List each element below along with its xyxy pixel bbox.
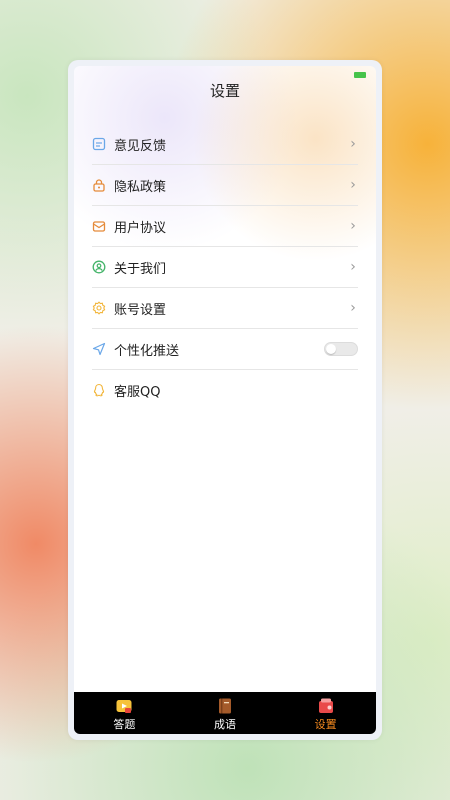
menu-item-account-settings[interactable]: 账号设置 › — [92, 288, 358, 329]
menu-item-privacy[interactable]: 隐私政策 › — [92, 165, 358, 206]
push-toggle[interactable] — [324, 342, 358, 356]
quiz-icon — [115, 697, 133, 715]
settings-tab-icon — [317, 697, 335, 715]
send-icon — [92, 342, 106, 356]
tab-label: 答题 — [113, 718, 136, 731]
feedback-icon — [92, 137, 106, 151]
tab-quiz[interactable]: 答题 — [74, 692, 175, 734]
tab-label: 设置 — [314, 718, 337, 731]
menu-item-label: 隐私政策 — [114, 179, 167, 195]
user-circle-icon — [92, 260, 106, 274]
menu-item-label: 用户协议 — [114, 220, 167, 236]
menu-item-label: 关于我们 — [114, 261, 167, 277]
qq-icon — [92, 383, 106, 397]
phone-frame: 设置 意见反馈 › 隐私政策 › 用户协议 › 关于我们 › 账号设置 › 个性… — [68, 60, 382, 740]
book-icon — [216, 697, 234, 715]
gear-icon — [92, 301, 106, 315]
chevron-right-icon: › — [350, 177, 356, 193]
chevron-right-icon: › — [350, 300, 356, 316]
settings-list: 意见反馈 › 隐私政策 › 用户协议 › 关于我们 › 账号设置 › 个性化推送… — [92, 124, 358, 410]
toggle-knob — [326, 344, 336, 354]
menu-item-about[interactable]: 关于我们 › — [92, 247, 358, 288]
bottom-tab-bar: 答题 成语 设置 — [74, 692, 376, 734]
menu-item-label: 账号设置 — [114, 302, 167, 318]
menu-item-label: 意见反馈 — [114, 138, 167, 154]
agreement-icon — [92, 219, 106, 233]
menu-item-label: 客服QQ — [114, 384, 161, 400]
page-title: 设置 — [209, 82, 240, 100]
menu-item-label: 个性化推送 — [114, 343, 180, 359]
menu-item-agreement[interactable]: 用户协议 › — [92, 206, 358, 247]
chevron-right-icon: › — [350, 218, 356, 234]
chevron-right-icon: › — [350, 259, 356, 275]
tab-idioms[interactable]: 成语 — [175, 692, 276, 734]
menu-item-feedback[interactable]: 意见反馈 › — [92, 124, 358, 165]
menu-item-customer-service-qq[interactable]: 客服QQ — [92, 370, 358, 410]
menu-item-personalized-push: 个性化推送 — [92, 329, 358, 370]
lock-icon — [92, 178, 106, 192]
tab-label: 成语 — [214, 718, 236, 731]
chevron-right-icon: › — [350, 136, 356, 152]
tab-settings[interactable]: 设置 — [275, 692, 376, 734]
app-screen: 设置 意见反馈 › 隐私政策 › 用户协议 › 关于我们 › 账号设置 › 个性… — [74, 66, 376, 734]
battery-icon — [354, 72, 366, 78]
